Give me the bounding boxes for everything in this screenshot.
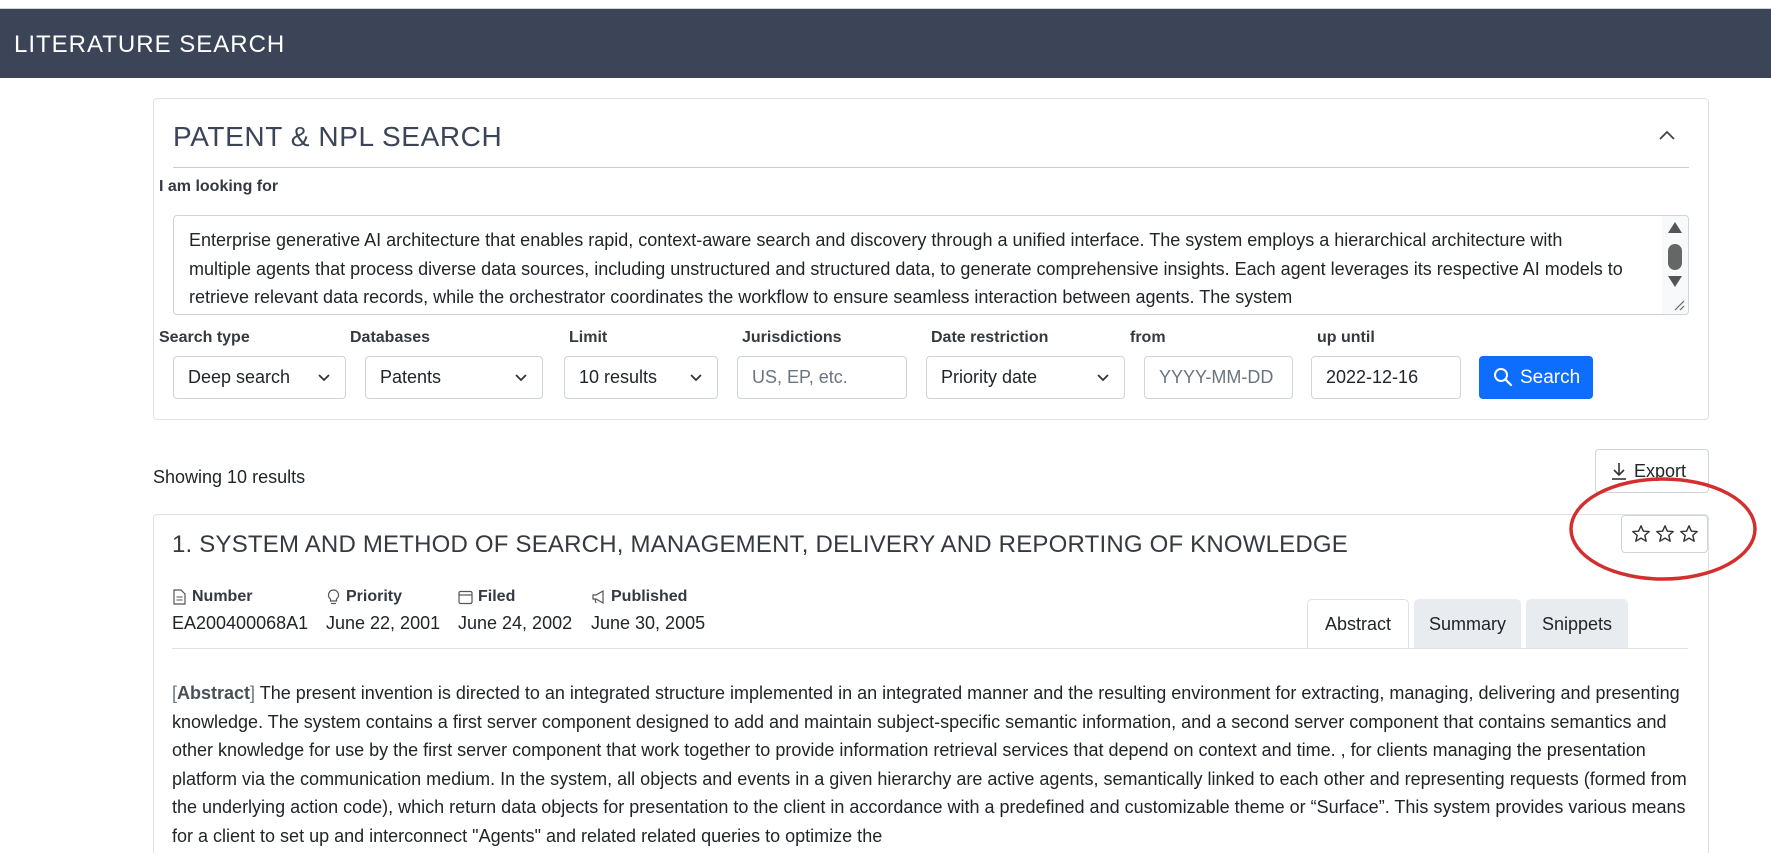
scroll-thumb[interactable] [1668, 244, 1682, 270]
scroll-up-arrow-icon[interactable] [1668, 222, 1682, 233]
tab-summary[interactable]: Summary [1414, 599, 1521, 649]
limit-select[interactable]: 10 results [564, 356, 718, 399]
meta-priority: Priority June 22, 2001 [326, 588, 440, 634]
filed-value: June 24, 2002 [458, 613, 573, 633]
app-title: LITERATURE SEARCH [14, 31, 286, 58]
search-type-label: Search type [159, 329, 250, 346]
export-button-label: Export [1634, 461, 1687, 481]
lightbulb-icon [327, 589, 340, 605]
chevron-down-icon [1097, 374, 1109, 382]
collapse-chevron-up-icon[interactable] [1656, 125, 1678, 147]
number-value: EA200400068A1 [172, 613, 309, 633]
priority-label: Priority [346, 588, 403, 605]
abstract-tag: [Abstract] [172, 683, 256, 703]
scroll-down-arrow-icon[interactable] [1668, 276, 1682, 287]
chevron-down-icon [318, 374, 330, 382]
from-label: from [1130, 329, 1166, 346]
search-button-label: Search [1520, 367, 1581, 388]
jurisdictions-input[interactable]: US, EP, etc. [737, 356, 907, 399]
databases-label: Databases [350, 329, 431, 346]
limit-label: Limit [569, 329, 608, 346]
result-title[interactable]: 1. SYSTEM AND METHOD OF SEARCH, MANAGEME… [172, 531, 1348, 559]
tab-snippets[interactable]: Snippets [1526, 599, 1628, 649]
filed-label: Filed [478, 588, 516, 605]
query-text[interactable]: Enterprise generative AI architecture th… [189, 230, 1623, 307]
up-until-label: up until [1317, 329, 1375, 346]
date-restriction-label: Date restriction [931, 329, 1049, 346]
priority-value: June 22, 2001 [326, 613, 441, 633]
abstract-text: [Abstract] The present invention is dire… [172, 679, 1692, 850]
download-icon [1612, 463, 1626, 480]
meta-filed: Filed June 24, 2002 [458, 588, 572, 634]
star-outline-icon[interactable] [1631, 524, 1651, 544]
meta-number: Number EA200400068A1 [172, 588, 308, 634]
jurisdictions-label: Jurisdictions [742, 329, 842, 346]
from-date-placeholder: YYYY-MM-DD [1159, 367, 1274, 387]
search-panel-title: PATENT & NPL SEARCH [173, 121, 503, 152]
tab-abstract[interactable]: Abstract [1307, 599, 1409, 649]
divider [173, 167, 1689, 168]
star-outline-icon[interactable] [1655, 524, 1675, 544]
up-until-date-input[interactable]: 2022-12-16 [1311, 356, 1461, 399]
up-until-date-value: 2022-12-16 [1326, 367, 1419, 387]
chevron-down-icon [690, 374, 702, 382]
number-label: Number [192, 588, 253, 605]
jurisdictions-placeholder: US, EP, etc. [752, 367, 848, 387]
chevron-down-icon [515, 374, 527, 382]
date-restriction-select[interactable]: Priority date [926, 356, 1125, 399]
tabs-divider [172, 648, 1688, 649]
databases-value: Patents [380, 367, 442, 387]
search-type-select[interactable]: Deep search [173, 356, 346, 399]
published-value: June 30, 2005 [591, 613, 706, 633]
search-type-value: Deep search [188, 367, 291, 387]
date-restriction-value: Priority date [941, 367, 1038, 387]
search-button[interactable]: Search [1479, 356, 1593, 399]
query-textarea[interactable]: Enterprise generative AI architecture th… [173, 215, 1689, 315]
star-outline-icon[interactable] [1679, 524, 1699, 544]
app-header: LITERATURE SEARCH [0, 8, 1771, 78]
results-count: Showing 10 results [153, 467, 306, 487]
meta-published: Published June 30, 2005 [591, 588, 705, 634]
calendar-icon [458, 590, 473, 605]
search-icon [1494, 368, 1513, 387]
databases-select[interactable]: Patents [365, 356, 543, 399]
star-rating[interactable] [1621, 515, 1708, 553]
published-label: Published [611, 588, 688, 605]
megaphone-icon [592, 589, 604, 605]
document-icon [173, 589, 186, 605]
from-date-input[interactable]: YYYY-MM-DD [1144, 356, 1293, 399]
limit-value: 10 results [579, 367, 658, 387]
resize-grip-icon[interactable] [1671, 297, 1685, 311]
query-label: I am looking for [159, 178, 279, 195]
abstract-body: The present invention is directed to an … [172, 683, 1687, 846]
search-panel: PATENT & NPL SEARCH I am looking for Ent… [153, 98, 1709, 420]
export-button[interactable]: Export [1595, 449, 1709, 493]
result-card: 1. SYSTEM AND METHOD OF SEARCH, MANAGEME… [153, 514, 1709, 853]
